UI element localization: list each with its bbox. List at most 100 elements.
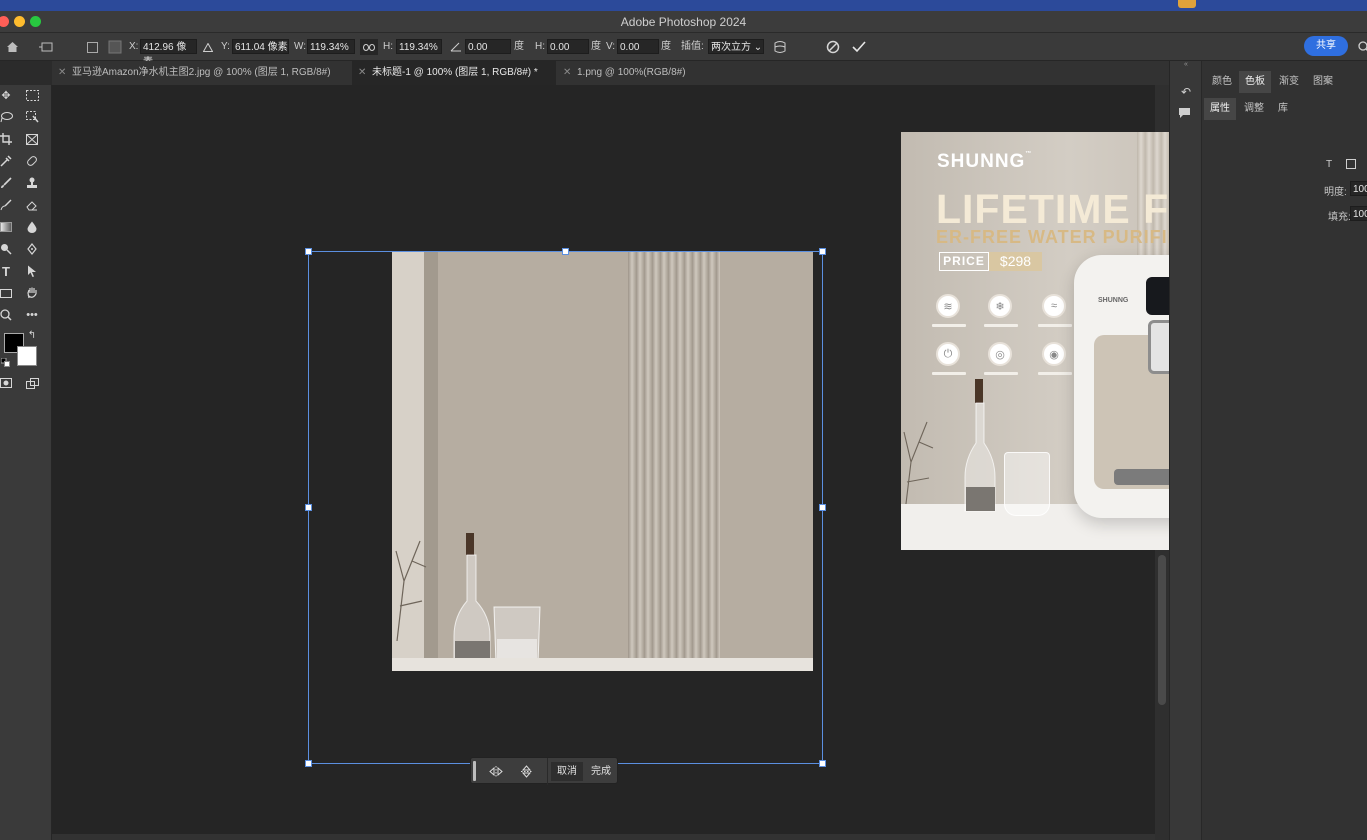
frame-tool-icon[interactable] bbox=[24, 131, 40, 147]
tab-properties[interactable]: 属性 bbox=[1204, 98, 1236, 120]
tab-gradients[interactable]: 渐变 bbox=[1273, 71, 1305, 93]
vskew-label: V: bbox=[606, 41, 616, 52]
tab-patterns[interactable]: 图案 bbox=[1307, 71, 1339, 93]
price-label: PRICE bbox=[939, 252, 989, 271]
cancel-button[interactable]: 取消 bbox=[551, 762, 583, 781]
angle-field[interactable]: 0.00 bbox=[465, 39, 511, 54]
brush-tool-icon[interactable] bbox=[0, 175, 14, 191]
y-label: Y: bbox=[221, 41, 230, 52]
transform-bounding-box[interactable] bbox=[308, 251, 823, 764]
menu-extra-icon[interactable] bbox=[1178, 0, 1196, 8]
reference-point-grid-icon[interactable] bbox=[107, 39, 123, 55]
tab-swatches[interactable]: 色板 bbox=[1239, 71, 1271, 93]
transform-handle-right[interactable] bbox=[819, 504, 826, 511]
rectangle-tool-icon[interactable] bbox=[0, 285, 14, 301]
lasso-tool-icon[interactable] bbox=[0, 109, 14, 125]
feature-caption bbox=[932, 324, 966, 327]
type-tool-icon[interactable]: T bbox=[0, 263, 14, 279]
search-icon[interactable] bbox=[1356, 39, 1367, 55]
close-tab-icon[interactable]: ✕ bbox=[563, 61, 571, 85]
quick-mask-icon[interactable] bbox=[0, 375, 14, 391]
share-button[interactable]: 共享 bbox=[1304, 36, 1348, 56]
history-brush-icon[interactable] bbox=[0, 197, 14, 213]
fill-field[interactable]: 100 bbox=[1350, 206, 1367, 221]
zoom-tool-icon[interactable] bbox=[0, 307, 14, 323]
transform-handle-top[interactable] bbox=[562, 248, 569, 255]
crop-tool-icon[interactable] bbox=[0, 131, 14, 147]
dodge-tool-icon[interactable] bbox=[0, 241, 14, 257]
eraser-tool-icon[interactable] bbox=[24, 197, 40, 213]
reference-point-checkbox[interactable] bbox=[84, 39, 100, 55]
object-select-tool-icon[interactable] bbox=[24, 109, 40, 125]
options-bar: X: 412.96 像素 Y: 611.04 像素 W: 119.34% H: … bbox=[0, 33, 1367, 68]
healing-brush-icon[interactable] bbox=[24, 153, 40, 169]
background-color-swatch[interactable] bbox=[17, 346, 37, 366]
tab-adjustments[interactable]: 调整 bbox=[1238, 98, 1270, 120]
divider bbox=[547, 758, 548, 785]
default-colors-icon[interactable] bbox=[0, 357, 10, 367]
machine-brand: SHUNNG bbox=[1098, 297, 1129, 304]
opacity-field[interactable]: 100 bbox=[1350, 181, 1367, 196]
vskew-field[interactable]: 0.00 bbox=[617, 39, 659, 54]
eyedropper-tool-icon[interactable] bbox=[0, 153, 14, 169]
commit-transform-icon[interactable] bbox=[851, 39, 867, 55]
flip-vertical-button[interactable] bbox=[513, 762, 539, 781]
transform-handle-top-left[interactable] bbox=[305, 248, 312, 255]
interpolation-select[interactable]: 两次立方 ⌄ bbox=[708, 39, 764, 54]
more-tools-icon[interactable]: ••• bbox=[24, 307, 40, 323]
transform-handle-bottom-left[interactable] bbox=[305, 760, 312, 767]
height-field[interactable]: 119.34% bbox=[396, 39, 442, 54]
transform-handle-bottom-right[interactable] bbox=[819, 760, 826, 767]
history-panel-icon[interactable]: ↶ bbox=[1178, 85, 1194, 101]
contextual-task-bar: 取消 完成 bbox=[470, 757, 618, 785]
w-label: W: bbox=[294, 41, 307, 52]
water-glass bbox=[1004, 452, 1050, 516]
blur-tool-icon[interactable] bbox=[24, 219, 40, 235]
tab-document-1[interactable]: ✕ 亚马逊Amazon净水机主图2.jpg @ 100% (图层 1, RGB/… bbox=[52, 61, 352, 85]
collapse-panels-icon[interactable]: « bbox=[1170, 61, 1202, 69]
window-titlebar: Adobe Photoshop 2024 bbox=[0, 11, 1367, 33]
warp-icon[interactable] bbox=[772, 39, 788, 55]
pen-tool-icon[interactable] bbox=[24, 241, 40, 257]
type-layer-filter-icon[interactable]: T bbox=[1326, 159, 1332, 170]
home-icon[interactable] bbox=[4, 39, 20, 55]
feature-caption bbox=[984, 324, 1018, 327]
tab-document-2[interactable]: ✕ 未标题-1 @ 100% (图层 1, RGB/8#) * bbox=[352, 61, 556, 85]
y-field[interactable]: 611.04 像素 bbox=[232, 39, 289, 54]
feature-caption bbox=[984, 372, 1018, 375]
cancel-transform-icon[interactable] bbox=[825, 39, 841, 55]
heating-icon: ≋ bbox=[936, 294, 960, 318]
delta-icon[interactable] bbox=[200, 39, 216, 55]
hand-tool-icon[interactable] bbox=[24, 285, 40, 301]
swap-colors-icon[interactable]: ↰ bbox=[26, 329, 38, 341]
hskew-field[interactable]: 0.00 bbox=[547, 39, 589, 54]
done-button[interactable]: 完成 bbox=[586, 762, 616, 781]
shape-layer-filter-icon[interactable] bbox=[1346, 159, 1356, 169]
tab-libraries[interactable]: 库 bbox=[1272, 98, 1294, 120]
transform-tool-icon[interactable] bbox=[38, 39, 54, 55]
transform-handle-top-right[interactable] bbox=[819, 248, 826, 255]
price-tag: PRICE $298 bbox=[939, 252, 1042, 271]
move-tool-icon[interactable]: ✥ bbox=[0, 87, 14, 103]
marquee-tool-icon[interactable] bbox=[24, 87, 40, 103]
x-field[interactable]: 412.96 像素 bbox=[140, 39, 197, 68]
tab-color[interactable]: 颜色 bbox=[1206, 71, 1238, 93]
scrollbar-thumb[interactable] bbox=[1158, 555, 1166, 705]
close-tab-icon[interactable]: ✕ bbox=[358, 61, 366, 85]
cooling-icon: ❄ bbox=[988, 294, 1012, 318]
tab-document-3[interactable]: ✕ 1.png @ 100%(RGB/8#) bbox=[557, 61, 727, 85]
clone-stamp-icon[interactable] bbox=[24, 175, 40, 191]
drag-handle[interactable] bbox=[473, 761, 476, 781]
width-field[interactable]: 119.34% bbox=[307, 39, 355, 54]
branch-decoration bbox=[903, 421, 934, 512]
comments-panel-icon[interactable] bbox=[1178, 107, 1194, 123]
angle-icon[interactable] bbox=[448, 39, 464, 55]
gradient-tool-icon[interactable] bbox=[0, 219, 14, 235]
close-tab-icon[interactable]: ✕ bbox=[58, 61, 66, 85]
link-icon[interactable] bbox=[360, 39, 378, 55]
screen-mode-icon[interactable] bbox=[24, 375, 40, 391]
flip-horizontal-button[interactable] bbox=[483, 762, 509, 781]
transform-handle-left[interactable] bbox=[305, 504, 312, 511]
path-select-icon[interactable] bbox=[24, 263, 40, 279]
child-lock-icon: ◉ bbox=[1042, 342, 1066, 366]
